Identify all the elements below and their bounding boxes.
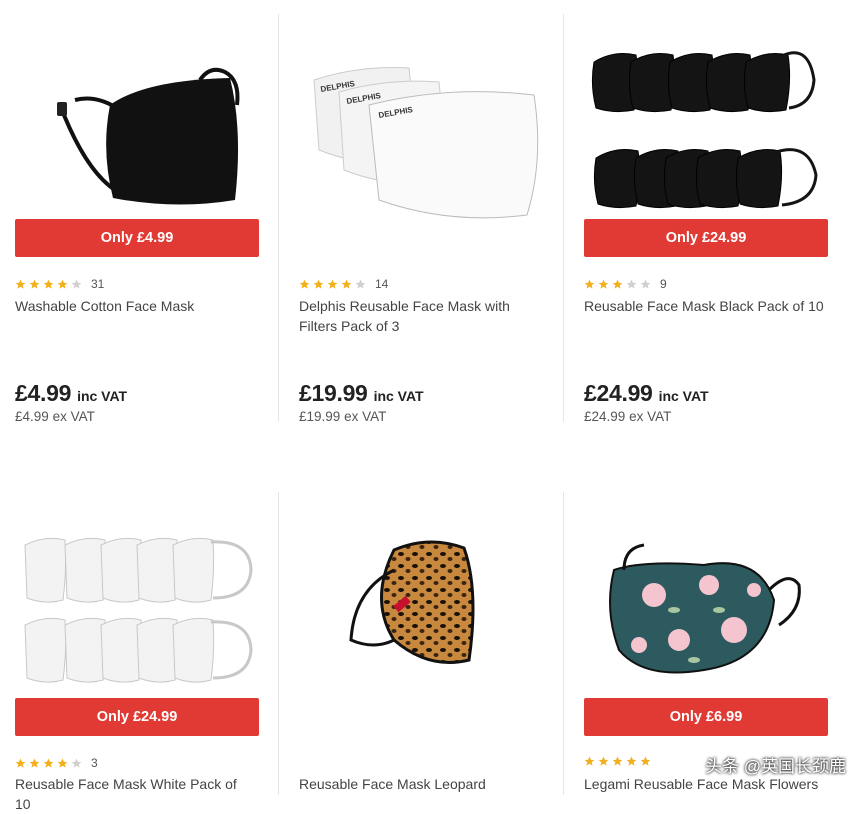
product-card[interactable]: Only £24.99 3 Reusable Face Mask White P… [15, 490, 277, 812]
star-icon [29, 279, 40, 289]
star-icon [15, 279, 26, 289]
star-icon [43, 758, 54, 768]
star-icon [584, 279, 595, 289]
review-count: 31 [91, 277, 105, 291]
offer-badge[interactable]: Only £6.99 [584, 698, 828, 736]
ex-vat-label: ex VAT [344, 409, 387, 424]
star-icon [313, 279, 324, 289]
ex-price-value: £24.99 [584, 409, 626, 424]
star-icon [299, 279, 310, 289]
product-title[interactable]: Delphis Reusable Face Mask with Filters … [299, 296, 539, 336]
watermark: 头条 @英国长颈鹿 [671, 752, 846, 777]
product-grid: Only £4.99 31 Washable Cotton Face Mask … [0, 0, 860, 812]
price-value: £19.99 [299, 380, 368, 406]
price-value: £24.99 [584, 380, 653, 406]
star-icon [598, 279, 609, 289]
star-icon [29, 758, 40, 768]
product-title[interactable]: Washable Cotton Face Mask [15, 296, 255, 316]
star-icon [626, 756, 637, 766]
column-divider [563, 492, 564, 795]
star-icon [355, 279, 366, 289]
star-icon [341, 279, 352, 289]
product-image[interactable] [15, 490, 277, 690]
product-card[interactable]: Only £6.99 Legami Reusable Face Mask Flo… [584, 490, 846, 795]
product-image[interactable]: DELPHIS DELPHIS DELPHIS [299, 10, 561, 260]
column-divider [278, 492, 279, 795]
vat-label: inc VAT [373, 388, 424, 404]
price-inc-vat: £19.99 inc VAT [299, 380, 424, 407]
ex-vat-label: ex VAT [629, 409, 672, 424]
offer-badge[interactable]: Only £24.99 [584, 219, 828, 257]
product-image[interactable] [584, 490, 846, 690]
offer-badge[interactable]: Only £24.99 [15, 698, 259, 736]
product-title[interactable]: Reusable Face Mask Black Pack of 10 [584, 296, 824, 316]
star-icon [71, 758, 82, 768]
product-card[interactable]: Only £24.99 9 Reusable Face Mask Black P… [584, 10, 846, 430]
ex-vat-label: ex VAT [52, 409, 95, 424]
star-icon [57, 758, 68, 768]
star-icon [598, 756, 609, 766]
vat-label: inc VAT [77, 388, 128, 404]
star-icon [612, 756, 623, 766]
review-count: 3 [91, 756, 98, 770]
star-icon [57, 279, 68, 289]
ex-price-value: £4.99 [15, 409, 49, 424]
star-icon [327, 279, 338, 289]
price-inc-vat: £24.99 inc VAT [584, 380, 709, 407]
review-count: 14 [375, 277, 389, 291]
product-image[interactable] [299, 490, 561, 690]
review-count: 9 [660, 277, 667, 291]
star-rating: 3 [15, 756, 98, 770]
price-ex-vat: £4.99 ex VAT [15, 409, 95, 424]
price-ex-vat: £19.99 ex VAT [299, 409, 386, 424]
star-rating [584, 756, 651, 767]
ex-price-value: £19.99 [299, 409, 341, 424]
star-icon [584, 756, 595, 766]
offer-badge[interactable]: Only £4.99 [15, 219, 259, 257]
price-value: £4.99 [15, 380, 72, 406]
star-icon [640, 279, 651, 289]
column-divider [278, 14, 279, 422]
star-icon [15, 758, 26, 768]
star-icon [71, 279, 82, 289]
product-card[interactable]: Reusable Face Mask Leopard [299, 490, 561, 795]
watermark-text: 头条 @英国长颈鹿 [705, 757, 846, 776]
product-title[interactable]: Reusable Face Mask White Pack of 10 [15, 774, 255, 814]
star-rating: 31 [15, 277, 104, 291]
column-divider [563, 14, 564, 422]
star-icon [43, 279, 54, 289]
star-icon [640, 756, 651, 766]
price-inc-vat: £4.99 inc VAT [15, 380, 127, 407]
star-icon [626, 279, 637, 289]
star-rating: 9 [584, 277, 667, 291]
star-icon [612, 279, 623, 289]
product-title[interactable]: Legami Reusable Face Mask Flowers [584, 774, 824, 794]
product-title[interactable]: Reusable Face Mask Leopard [299, 774, 539, 794]
chat-bubble-icon [671, 753, 698, 775]
product-card[interactable]: DELPHIS DELPHIS DELPHIS 14 Delphis Reusa… [299, 10, 561, 430]
star-rating: 14 [299, 277, 388, 291]
price-ex-vat: £24.99 ex VAT [584, 409, 671, 424]
vat-label: inc VAT [658, 388, 709, 404]
product-card[interactable]: Only £4.99 31 Washable Cotton Face Mask … [15, 10, 277, 430]
